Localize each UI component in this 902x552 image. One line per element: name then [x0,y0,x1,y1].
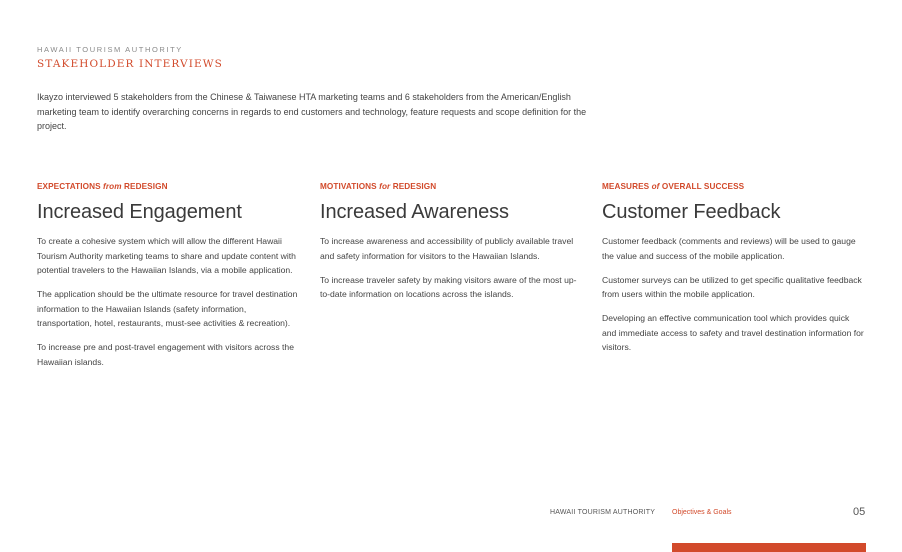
column-motivations: MOTIVATIONS for REDESIGN Increased Aware… [320,182,582,311]
column-title: Increased Awareness [320,201,509,223]
column-paragraph: To create a cohesive system which will a… [37,236,296,275]
column-paragraph: To increase traveler safety by making vi… [320,274,577,300]
column-body: To increase awareness and accessibility … [320,234,582,302]
intro-paragraph: Ikayzo interviewed 5 stakeholders from t… [37,92,587,131]
column-paragraph: Developing an effective communication to… [602,313,864,352]
column-body: To create a cohesive system which will a… [37,234,299,369]
page-number: 05 [853,506,866,518]
column-measures: MEASURES of OVERALL SUCCESS Customer Fee… [602,182,864,364]
column-eyebrow: MOTIVATIONS for REDESIGN [320,182,437,191]
column-paragraph: Customer feedback (comments and reviews)… [602,236,856,261]
column-expectations: EXPECTATIONS from REDESIGN Increased Eng… [37,182,299,379]
column-title: Customer Feedback [602,201,781,223]
footer-accent-bar [672,543,866,552]
footer-section-label: Objectives & Goals [672,509,732,516]
column-paragraph: To increase awareness and accessibility … [320,236,574,261]
column-paragraph: The application should be the ultimate r… [37,289,298,328]
page-title: STAKEHOLDER INTERVIEWS [37,58,223,70]
column-title: Increased Engagement [37,201,242,223]
column-paragraph: Customer surveys can be utilized to get … [602,274,862,300]
column-eyebrow: EXPECTATIONS from REDESIGN [37,182,168,191]
org-label: HAWAII TOURISM AUTHORITY [37,45,183,54]
column-paragraph: To increase pre and post-travel engageme… [37,342,294,367]
column-eyebrow: MEASURES of OVERALL SUCCESS [602,182,745,191]
footer-org-label: HAWAII TOURISM AUTHORITY [550,509,656,516]
column-body: Customer feedback (comments and reviews)… [602,234,864,355]
